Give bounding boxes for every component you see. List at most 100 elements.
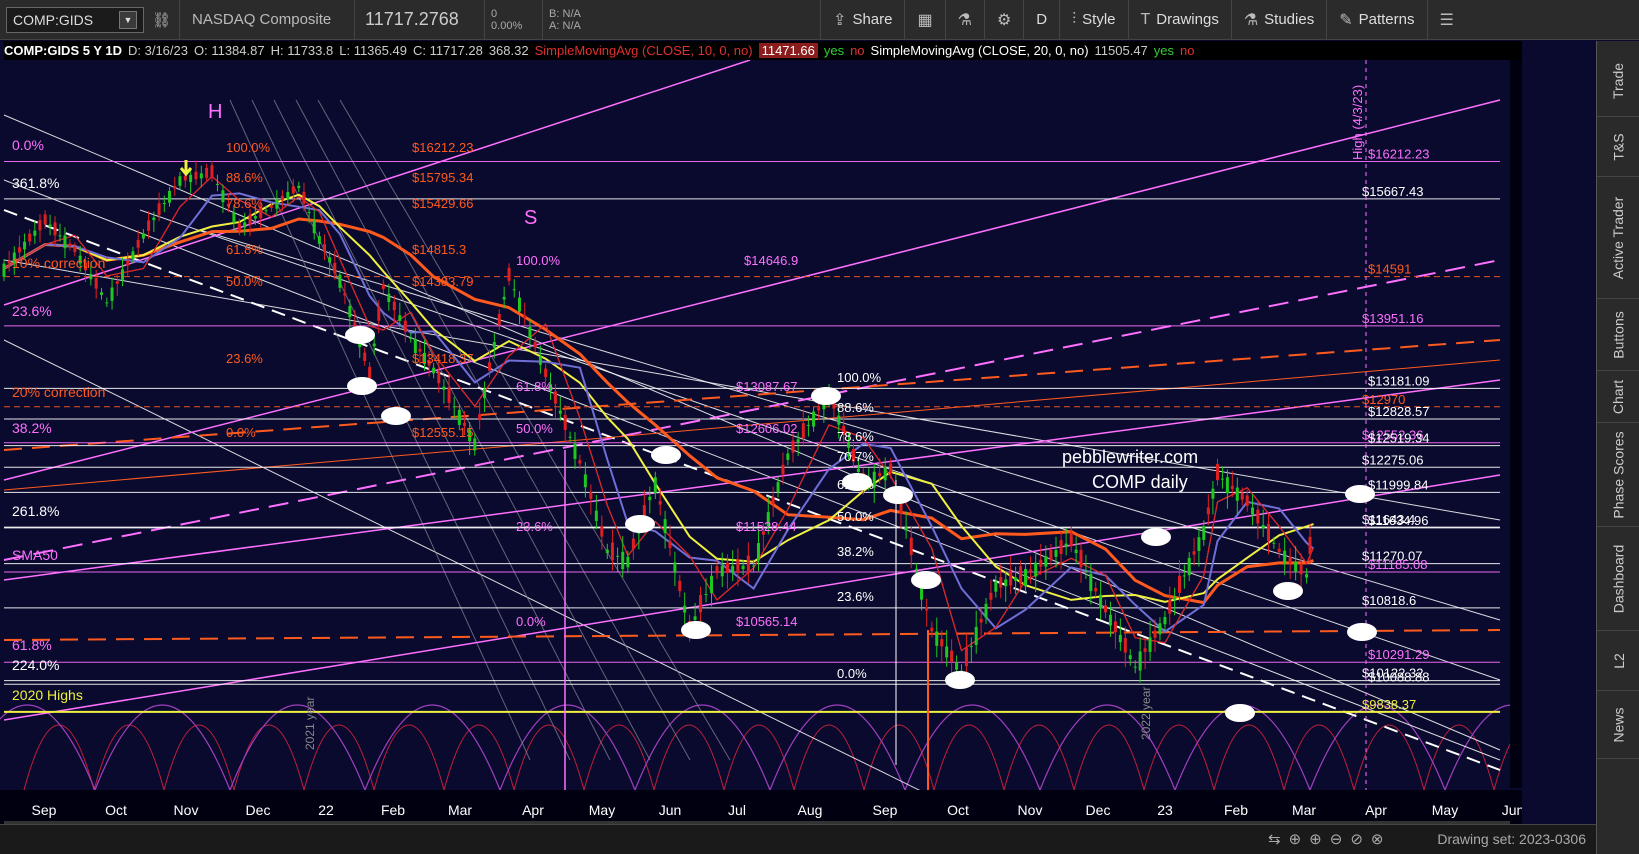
drawings-button[interactable]: T Drawings bbox=[1127, 0, 1231, 40]
side-tab-chart[interactable]: Chart bbox=[1597, 371, 1639, 423]
side-tab-trade[interactable]: Trade bbox=[1597, 45, 1639, 117]
fib-label: $13087.67 bbox=[736, 379, 797, 394]
side-tab-news[interactable]: News bbox=[1597, 691, 1639, 759]
fib-label: 0.0% bbox=[516, 614, 546, 629]
candle-body bbox=[507, 267, 511, 281]
candle-body bbox=[68, 243, 72, 247]
annotation-high-date: High (4/3/23) bbox=[1350, 85, 1365, 160]
candle-body bbox=[979, 618, 983, 623]
collapse-icon[interactable]: ⇆ bbox=[1268, 830, 1281, 848]
candle-body bbox=[621, 551, 625, 570]
candle-body bbox=[1039, 559, 1043, 567]
candle-body bbox=[553, 391, 557, 404]
candle-body bbox=[343, 292, 347, 296]
side-tab-t-s[interactable]: T&S bbox=[1597, 117, 1639, 177]
candle-body bbox=[189, 174, 193, 183]
candle-body bbox=[141, 233, 145, 239]
candle-body bbox=[538, 356, 542, 365]
percent-change: 0.00% bbox=[491, 19, 523, 32]
candle-body bbox=[105, 302, 109, 304]
candle-body bbox=[110, 287, 114, 301]
zoom-out-icon[interactable]: ⊖ bbox=[1330, 830, 1343, 848]
candle-body bbox=[312, 220, 316, 234]
time-axis-tick: May bbox=[1432, 802, 1458, 818]
grid-button[interactable]: ▦ bbox=[904, 0, 944, 40]
style-button[interactable]: ⫶ Style bbox=[1059, 0, 1127, 40]
fib-label: $14646.9 bbox=[744, 253, 798, 268]
candle-body bbox=[563, 414, 567, 430]
left-fib-label: 224.0% bbox=[12, 657, 59, 673]
candle-body bbox=[776, 482, 780, 492]
pivot-marker bbox=[625, 515, 655, 533]
patterns-button[interactable]: ✎ Patterns bbox=[1326, 0, 1426, 40]
candle-body bbox=[1104, 605, 1108, 613]
legend-low: L: 11365.49 bbox=[339, 43, 407, 58]
settings-button[interactable]: ⚙ bbox=[983, 0, 1023, 40]
price-chart[interactable]: $16212.23 $15667.43 $14591 $13951.16 $13181.… bbox=[0, 60, 1522, 854]
pivot-marker bbox=[651, 446, 681, 464]
side-tab-dashboard[interactable]: Dashboard bbox=[1597, 527, 1639, 631]
period-button[interactable]: D bbox=[1023, 0, 1059, 40]
reset-icon[interactable]: ⊗ bbox=[1371, 830, 1384, 848]
legend-sma20-name[interactable]: SimpleMovingAvg (CLOSE, 20, 0, no) bbox=[871, 43, 1089, 58]
annotation-s: S bbox=[524, 207, 537, 229]
candle-body bbox=[806, 424, 810, 426]
candle-body bbox=[403, 320, 407, 332]
studies-button[interactable]: ⚗ Studies bbox=[1230, 0, 1326, 40]
candle-body bbox=[1054, 549, 1058, 557]
fib-label: $12606.02 bbox=[736, 421, 797, 436]
candle-body bbox=[28, 233, 32, 242]
zoom-in-icon[interactable]: ⊕ bbox=[1309, 830, 1322, 848]
time-axis-tick: Aug bbox=[798, 802, 823, 818]
side-tab-l2[interactable]: L2 bbox=[1597, 631, 1639, 691]
candle-body bbox=[2, 263, 6, 277]
price-level-label: $16212.23 bbox=[1368, 147, 1429, 162]
left-fib-label: 2020 Highs bbox=[12, 687, 83, 703]
candle-body bbox=[205, 167, 209, 178]
left-fib-label: 38.2% bbox=[12, 420, 52, 436]
side-tab-buttons[interactable]: Buttons bbox=[1597, 299, 1639, 371]
candle-body bbox=[457, 409, 461, 426]
share-button[interactable]: ⇪ Share bbox=[820, 0, 904, 40]
chevron-down-icon[interactable]: ▼ bbox=[119, 10, 137, 29]
crosshair-icon[interactable]: ⊕ bbox=[1289, 830, 1302, 848]
fib-label: 38.2% bbox=[837, 544, 874, 559]
side-tab-label: Trade bbox=[1610, 62, 1627, 99]
candle-body bbox=[544, 368, 548, 378]
fib-label: 0.0% bbox=[226, 425, 256, 440]
candle-body bbox=[725, 562, 729, 574]
side-tab-label: News bbox=[1610, 706, 1627, 743]
fit-icon[interactable]: ⊘ bbox=[1350, 830, 1363, 848]
bottom-bar: ⇆ ⊕ ⊕ ⊖ ⊘ ⊗ Drawing set: 2023-0306 bbox=[0, 824, 1596, 854]
grid-icon: ▦ bbox=[917, 11, 933, 29]
left-fib-label: 61.8% bbox=[12, 637, 52, 653]
link-icon[interactable]: ⛓ bbox=[144, 11, 179, 29]
symbol-selector[interactable]: COMP:GIDS ▼ bbox=[6, 6, 144, 33]
candle-body bbox=[974, 626, 978, 645]
candle-body bbox=[442, 386, 446, 390]
candle-body bbox=[752, 565, 756, 567]
flask-button[interactable]: ⚗ bbox=[944, 0, 984, 40]
side-tab-active-trader[interactable]: Active Trader bbox=[1597, 177, 1639, 299]
hamburger-menu-button[interactable]: ☰ bbox=[1426, 0, 1466, 40]
legend-sma10-name[interactable]: SimpleMovingAvg (CLOSE, 10, 0, no) bbox=[535, 43, 753, 58]
candle-body bbox=[392, 301, 396, 311]
candle-body bbox=[173, 186, 177, 189]
candle-body bbox=[984, 603, 988, 618]
side-tab-label: T&S bbox=[1610, 132, 1627, 161]
side-tab-label: Phase Scores bbox=[1610, 430, 1627, 519]
candle-body bbox=[248, 214, 252, 225]
drawing-set-label[interactable]: Drawing set: 2023-0306 bbox=[1437, 831, 1586, 847]
candle-body bbox=[502, 296, 506, 300]
pivot-marker bbox=[883, 486, 913, 504]
candle-body bbox=[731, 565, 735, 573]
side-tab-phase-scores[interactable]: Phase Scores bbox=[1597, 423, 1639, 527]
candle-body bbox=[1074, 549, 1078, 554]
fib-label: $15429.66 bbox=[412, 196, 473, 211]
time-axis-tick: Jun bbox=[659, 802, 682, 818]
candle-body bbox=[1272, 542, 1276, 544]
candle-body bbox=[1267, 523, 1271, 542]
fib-label: 78.6% bbox=[226, 196, 263, 211]
side-tab-label: L2 bbox=[1610, 652, 1627, 669]
candle-body bbox=[1009, 571, 1013, 586]
